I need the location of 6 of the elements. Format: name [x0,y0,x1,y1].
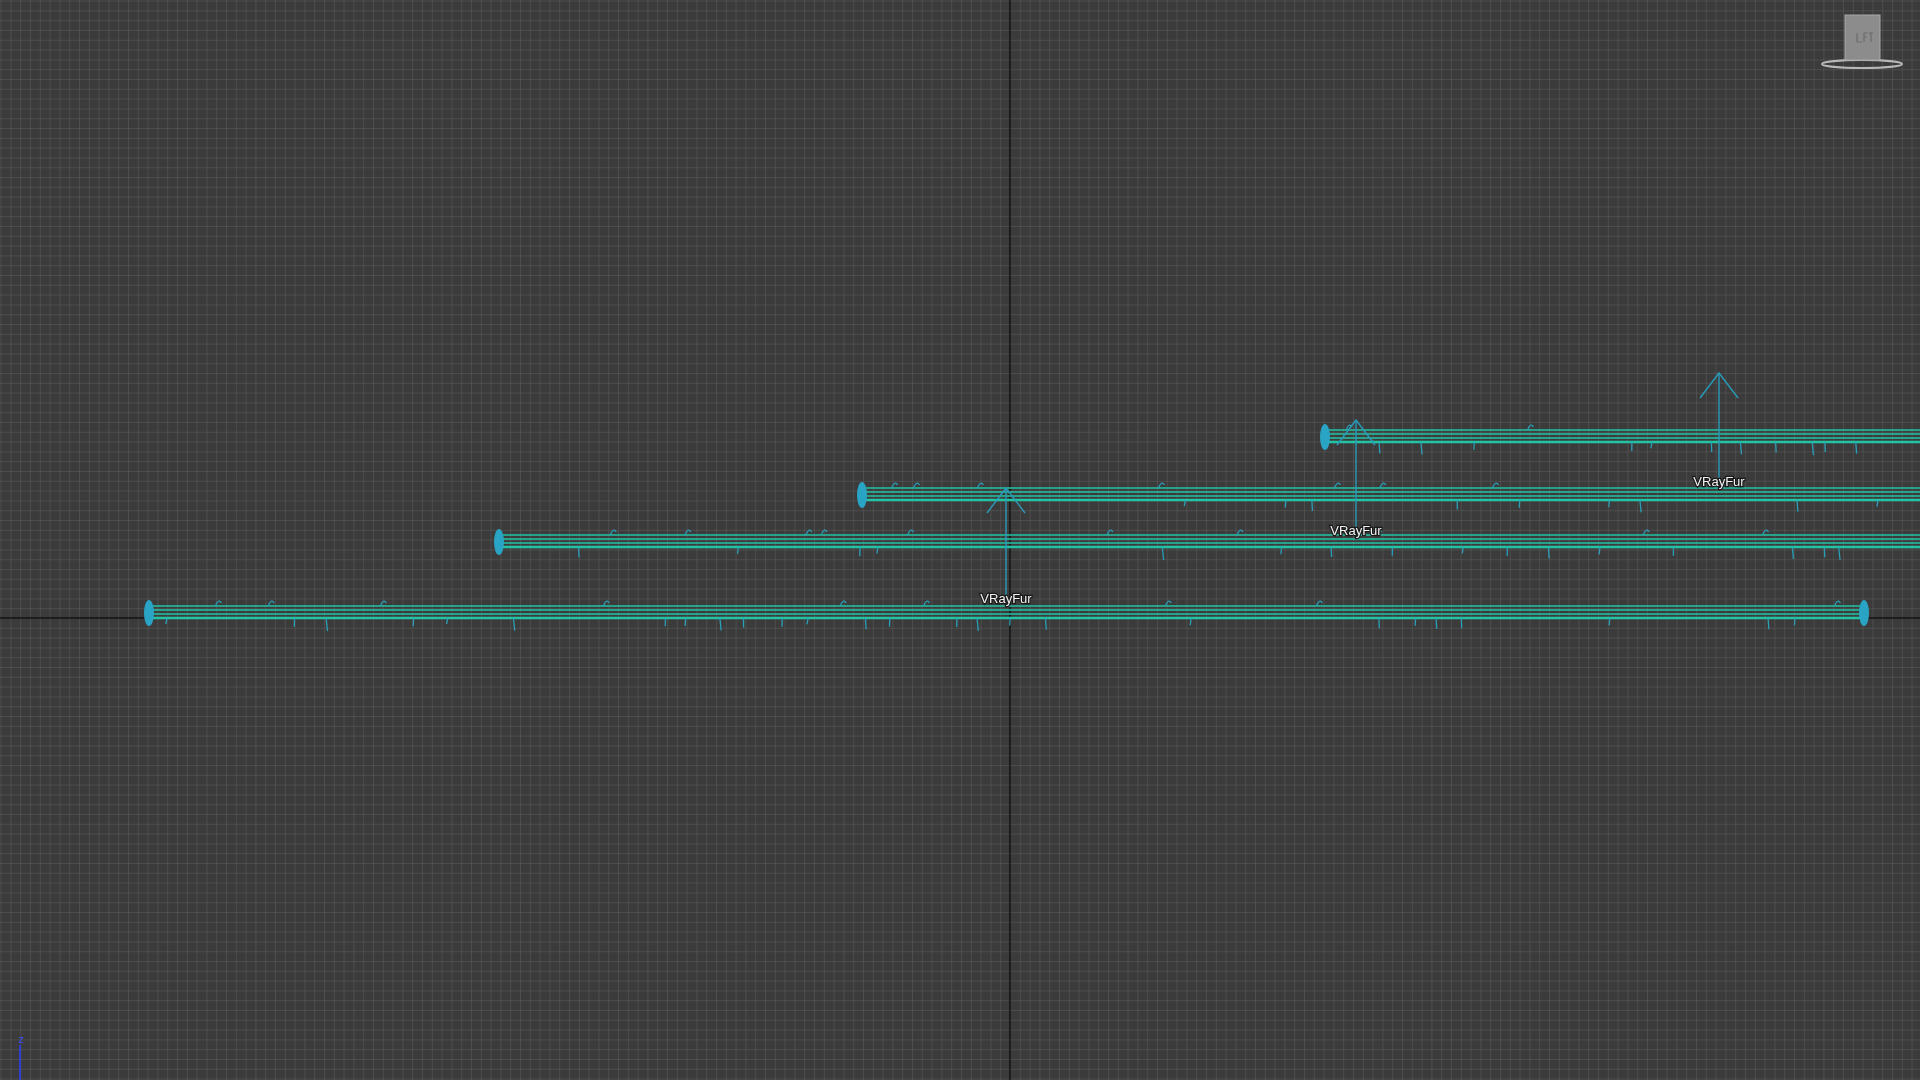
object-label: VRayFur [1330,523,1382,538]
object-label: VRayFur [980,591,1032,606]
axis-label: z [18,1033,24,1045]
object-label: VRayFur [1693,474,1745,489]
axis-tripod-icon [19,1044,21,1080]
viewcube-icon[interactable] [1821,14,1903,69]
